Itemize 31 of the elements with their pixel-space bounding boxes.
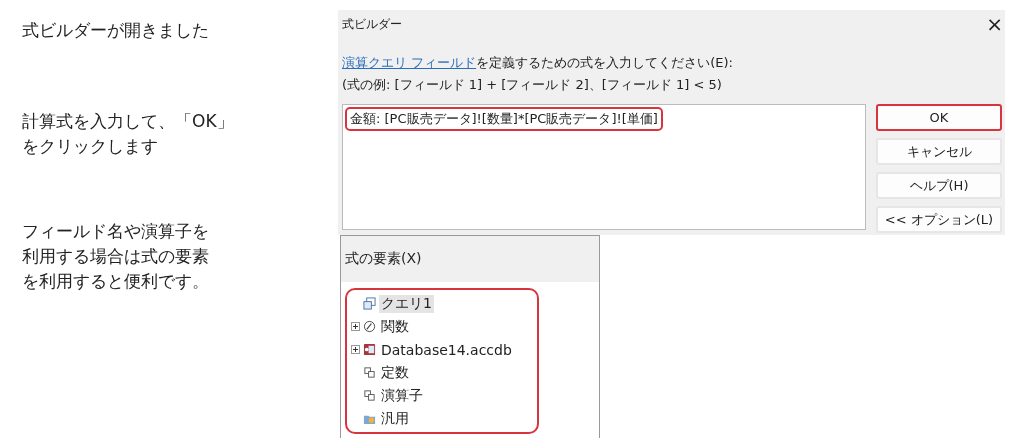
instruction-text: 計算式を入力して、「OK」 xyxy=(22,110,235,133)
panel-title: 式の要素(X) xyxy=(345,250,422,268)
instruction-text: 利用する場合は式の要素 xyxy=(22,245,210,268)
database-icon xyxy=(363,343,376,356)
instruction-text: をクリックします xyxy=(22,135,159,158)
dialog-button[interactable]: ヘルプ(H) xyxy=(876,172,1002,199)
tree-item[interactable]: 定数 xyxy=(379,363,411,382)
expression-text: 金額: [PC販売データ]![数量]*[PC販売データ]![単価] xyxy=(345,107,663,131)
expand-icon[interactable] xyxy=(351,322,360,331)
tree-item[interactable]: 汎用 xyxy=(379,409,411,428)
dialog-button[interactable]: << オプション(L) xyxy=(876,206,1002,233)
expand-icon[interactable] xyxy=(351,345,360,354)
dialog-button[interactable]: キャンセル xyxy=(876,138,1002,165)
prompt-text: 演算クエリ フィールド を定義するための式を入力してください(E): xyxy=(342,54,734,72)
instruction-text: フィールド名や演算子を xyxy=(22,220,210,243)
tree-item[interactable]: クエリ1 xyxy=(379,294,434,313)
instruction-text: を利用すると便利です。 xyxy=(22,270,210,293)
box-icon xyxy=(363,389,376,402)
tree-item[interactable]: 関数 xyxy=(379,317,411,336)
tree-item[interactable]: Database14.accdb xyxy=(379,341,514,358)
window-title: 式ビルダー xyxy=(342,15,402,33)
table-icon xyxy=(363,297,376,310)
expression-field[interactable]: 金額: [PC販売データ]![数量]*[PC販売データ]![単価] xyxy=(342,104,866,230)
instruction-text: 式ビルダーが開きました xyxy=(22,19,210,42)
box-icon xyxy=(363,366,376,379)
close-button[interactable]: × xyxy=(984,12,1005,36)
field-link[interactable]: 演算クエリ フィールド xyxy=(342,55,477,70)
tree-item[interactable]: 演算子 xyxy=(379,386,425,405)
function-icon xyxy=(363,320,376,333)
dialog-button[interactable]: OK xyxy=(876,104,1002,131)
example-text: (式の例: [フィールド 1] + [フィールド 2]、[フィールド 1] < 5) xyxy=(342,76,723,94)
